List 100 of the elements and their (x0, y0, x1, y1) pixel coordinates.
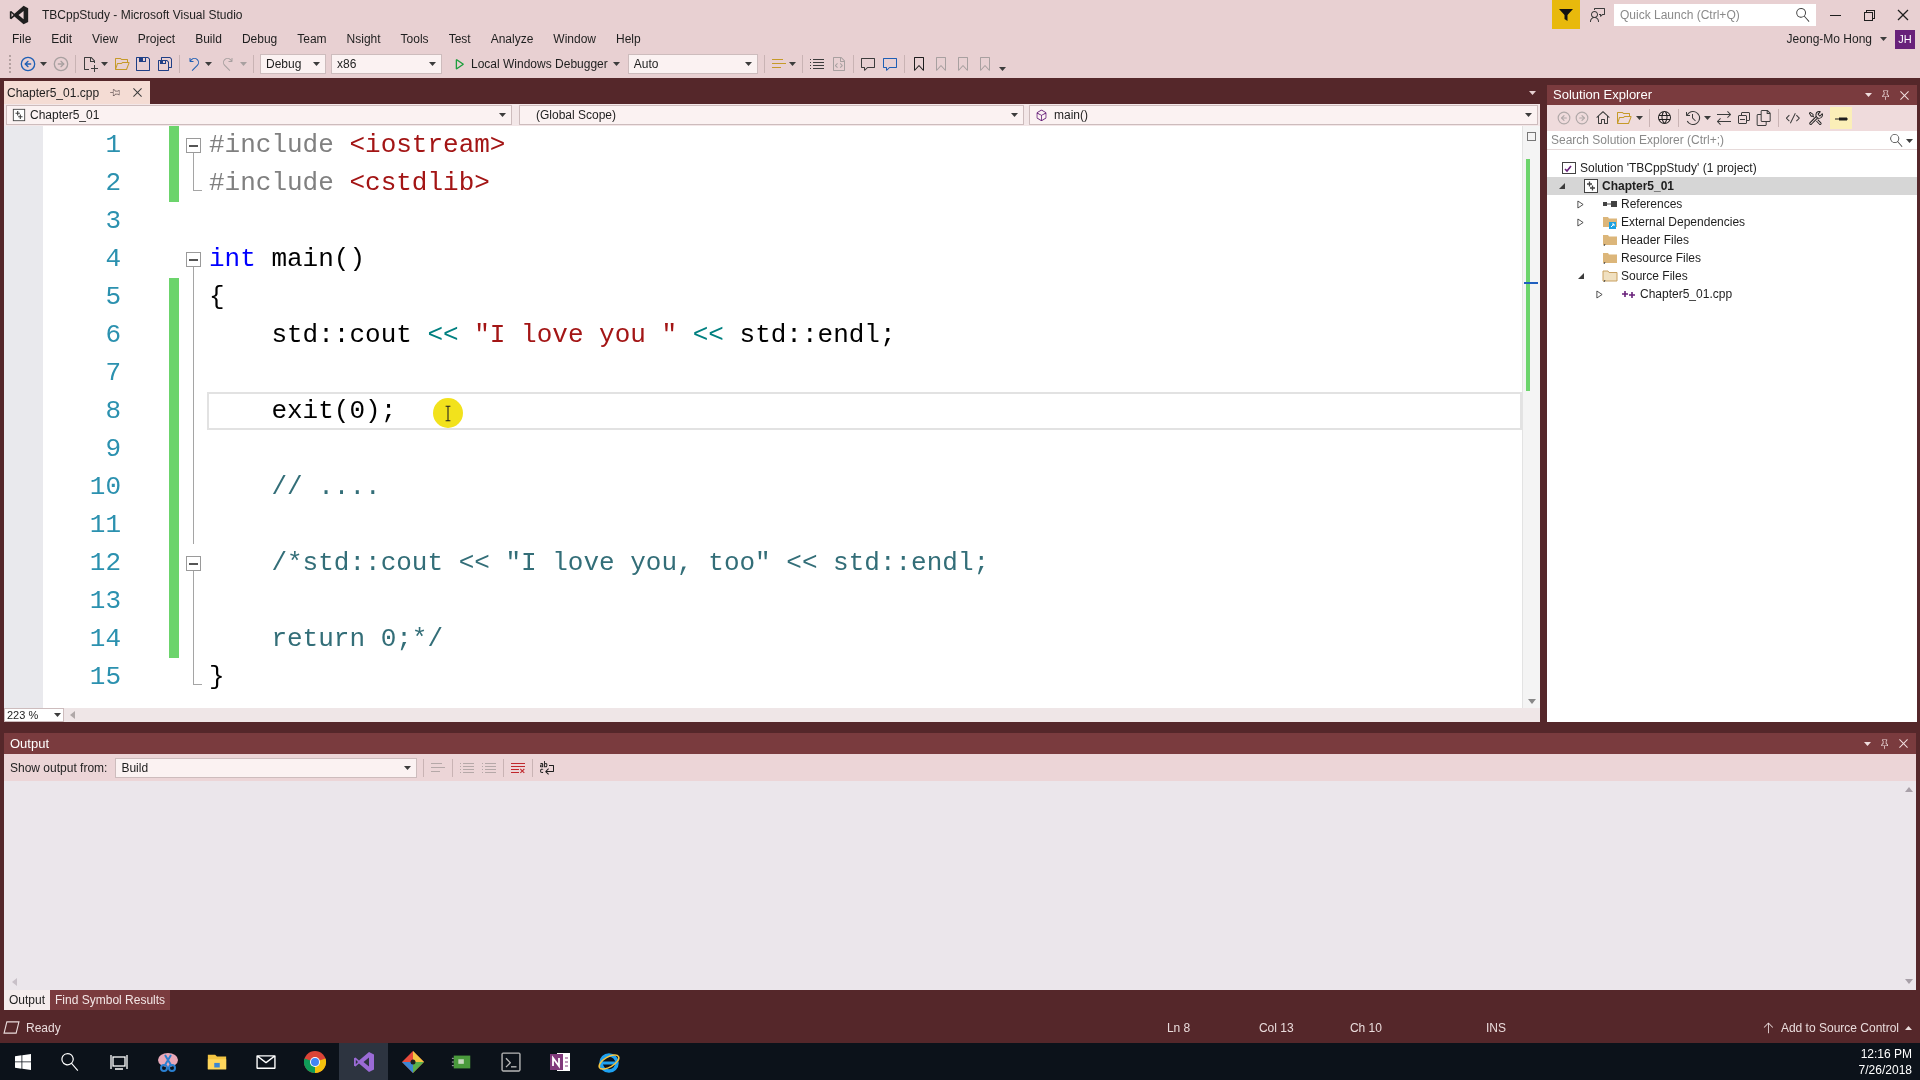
vertical-scrollbar[interactable] (1522, 126, 1540, 708)
expander-icon[interactable] (1577, 217, 1584, 227)
caret-icon[interactable] (1529, 91, 1536, 95)
close-icon[interactable] (131, 86, 145, 99)
speech-bubble-icon[interactable] (881, 55, 898, 72)
caret-icon[interactable] (612, 61, 620, 66)
debug-mode-dropdown[interactable]: Auto (627, 53, 758, 74)
menu-item[interactable]: Project (127, 29, 186, 49)
overflow-icon[interactable] (998, 66, 1006, 71)
ribbon-logo-icon[interactable] (339, 1043, 388, 1080)
caret-icon[interactable] (1525, 113, 1532, 117)
project-dropdown[interactable]: Chapter5_01 (6, 105, 512, 125)
member-dropdown[interactable]: main() (1029, 105, 1538, 125)
search-icon[interactable] (1796, 7, 1810, 22)
menu-item[interactable]: Debug (231, 29, 288, 49)
history-icon[interactable] (1685, 110, 1701, 126)
back-icon[interactable] (20, 55, 36, 72)
tree-item[interactable]: Resource Files (1547, 249, 1917, 267)
caret-icon[interactable] (1011, 113, 1018, 117)
menu-item[interactable]: Help (606, 29, 651, 49)
grip-icon[interactable] (8, 54, 12, 73)
zoom-dropdown[interactable]: 223 % (4, 708, 64, 722)
pin-icon[interactable] (1879, 737, 1891, 750)
tree-item[interactable]: Solution 'TBCppStudy' (1 project) (1547, 159, 1917, 177)
caret-icon[interactable] (1880, 37, 1887, 41)
caret-icon[interactable] (744, 61, 752, 66)
diamond-logo-icon[interactable] (400, 1049, 425, 1074)
tree-item[interactable]: Chapter5_01.cpp (1547, 285, 1917, 303)
collapse-all-icon[interactable] (1736, 110, 1752, 126)
menu-item[interactable]: Tools (390, 29, 439, 49)
feedback-icon[interactable] (1590, 6, 1606, 23)
filter-icon[interactable] (1552, 0, 1580, 29)
new-file-icon[interactable] (82, 55, 98, 72)
pin-icon[interactable] (1880, 89, 1892, 101)
output-source-dropdown[interactable]: Build (115, 757, 418, 778)
menu-item[interactable]: Build (185, 29, 232, 49)
menu-item[interactable]: Window (543, 29, 607, 49)
caret-icon[interactable] (313, 61, 320, 66)
collapse-icon[interactable] (186, 138, 201, 153)
menu-item[interactable]: Test (438, 29, 481, 49)
caret-icon[interactable] (499, 113, 506, 117)
tree-item[interactable]: External Dependencies (1547, 213, 1917, 231)
configuration-dropdown[interactable]: Debug (260, 53, 326, 74)
caret-icon[interactable] (1704, 116, 1711, 120)
swap-arrows-icon[interactable] (1716, 110, 1732, 126)
expander-icon[interactable] (1577, 272, 1585, 280)
save-all-icon[interactable] (157, 55, 173, 72)
expander-icon[interactable] (1558, 182, 1566, 190)
home-icon[interactable] (1595, 110, 1611, 126)
source-control-button[interactable]: Add to Source Control (1760, 1018, 1912, 1037)
tools-icon[interactable] (1808, 110, 1824, 126)
menu-item[interactable]: File (2, 29, 42, 49)
caret-icon[interactable] (40, 61, 47, 66)
caret-icon[interactable] (404, 765, 412, 770)
caret-icon[interactable] (1906, 139, 1913, 143)
caret-icon[interactable] (788, 61, 796, 66)
tree-item[interactable]: Header Files (1547, 231, 1917, 249)
caret-icon[interactable] (1864, 741, 1871, 746)
tree-item[interactable]: References (1547, 195, 1917, 213)
collapse-icon[interactable] (186, 556, 201, 571)
debugger-button[interactable]: Local Windows Debugger (450, 53, 622, 74)
search-icon[interactable] (60, 1052, 79, 1071)
word-wrap-icon[interactable] (539, 759, 556, 776)
menu-item[interactable]: Edit (41, 29, 83, 49)
menu-item[interactable]: Analyze (480, 29, 544, 49)
caret-icon[interactable] (1636, 116, 1643, 120)
close-icon[interactable] (1898, 88, 1911, 102)
expander-icon[interactable] (1577, 199, 1584, 209)
task-view-icon[interactable] (109, 1052, 128, 1071)
caret-icon[interactable] (54, 713, 61, 717)
caret-icon[interactable] (429, 61, 436, 66)
menu-item[interactable]: Team (287, 29, 337, 49)
dash-icon[interactable] (1830, 107, 1852, 129)
speech-bubble-icon[interactable] (859, 55, 876, 72)
menu-item[interactable]: View (82, 29, 128, 49)
collapse-icon[interactable] (186, 252, 201, 267)
pin-icon[interactable] (109, 86, 122, 99)
tree-item[interactable]: Chapter5_01 (1547, 177, 1917, 195)
close-icon[interactable] (1897, 737, 1910, 750)
quick-launch-field[interactable]: Quick Launch (Ctrl+Q) (1614, 3, 1816, 26)
user-name[interactable]: Jeong-Mo Hong (1786, 30, 1872, 48)
caret-icon[interactable] (101, 61, 108, 66)
files-icon[interactable] (1756, 110, 1772, 126)
document-tab[interactable]: Chapter5_01.cpp (4, 81, 151, 104)
terminal-icon[interactable] (499, 1050, 522, 1073)
circular-logo-icon[interactable] (302, 1049, 327, 1074)
start-icon[interactable] (14, 1053, 31, 1070)
user-avatar[interactable]: JH (1895, 29, 1915, 49)
menu-item[interactable]: Nsight (336, 29, 391, 49)
panel-tab[interactable]: Find Symbol Results (50, 990, 171, 1010)
panel-tab[interactable]: Output (4, 990, 51, 1010)
code-icon[interactable] (1785, 110, 1801, 126)
platform-dropdown[interactable]: x86 (331, 53, 442, 74)
save-icon[interactable] (135, 55, 151, 72)
caret-icon[interactable] (205, 61, 212, 66)
scope-dropdown[interactable]: (Global Scope) (519, 105, 1024, 125)
caret-icon[interactable] (1865, 93, 1872, 97)
tree-item[interactable]: Source Files (1547, 267, 1917, 285)
globe-icon[interactable] (1656, 110, 1672, 126)
expander-icon[interactable] (1596, 289, 1603, 299)
